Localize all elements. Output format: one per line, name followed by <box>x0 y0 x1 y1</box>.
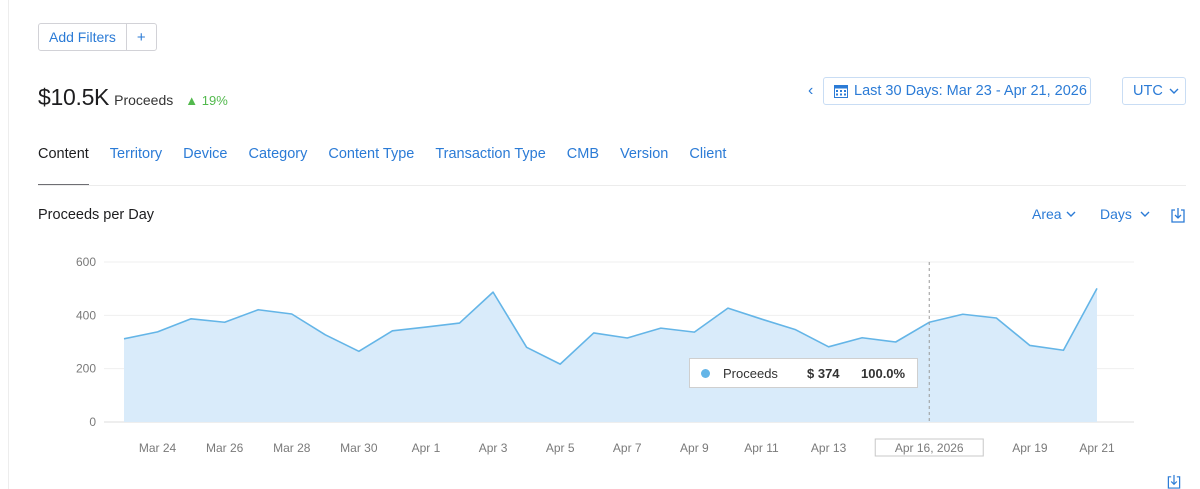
tab-content[interactable]: Content <box>38 146 89 186</box>
dimension-tabs: Content Territory Device Category Conten… <box>38 146 747 186</box>
x-tick-label: Apr 5 <box>546 441 575 455</box>
chart-title: Proceeds per Day <box>38 207 155 223</box>
summary-headline: $10.5K Proceeds ▲ 19% <box>38 84 228 111</box>
date-range-label: Last 30 Days: Mar 23 - Apr 21, 2026 <box>854 83 1087 99</box>
tab-version[interactable]: Version <box>620 146 668 182</box>
x-tick-label: Apr 19 <box>1012 441 1048 455</box>
filters-control: Add Filters + <box>38 23 157 51</box>
x-tick-label: Apr 13 <box>811 441 847 455</box>
y-tick-label: 400 <box>76 308 96 322</box>
x-tick-label: Mar 28 <box>273 441 311 455</box>
x-tick-label: Mar 26 <box>206 441 244 455</box>
chart-type-dropdown[interactable]: Area <box>1032 206 1076 222</box>
tab-client[interactable]: Client <box>689 146 726 182</box>
y-tick-label: 200 <box>76 362 96 376</box>
interval-label: Days <box>1100 206 1132 222</box>
chart-type-label: Area <box>1032 206 1062 222</box>
y-tick-label: 0 <box>89 415 96 429</box>
download-icon[interactable] <box>1167 474 1181 489</box>
tab-transaction-type[interactable]: Transaction Type <box>435 146 545 182</box>
download-icon[interactable] <box>1171 207 1185 223</box>
x-tick-label-highlighted: Apr 16, 2026 <box>874 438 984 457</box>
chevron-down-icon <box>1066 211 1076 217</box>
tooltip-value: $ 374 <box>807 365 840 381</box>
total-proceeds-value: $10.5K <box>38 84 110 110</box>
tooltip-percent: 100.0% <box>861 365 906 381</box>
interval-dropdown[interactable]: Days <box>1100 206 1150 222</box>
chevron-down-icon <box>1169 88 1179 94</box>
change-percent-badge: ▲ 19% <box>185 93 228 108</box>
chevron-down-icon <box>1140 211 1150 217</box>
timezone-label: UTC <box>1133 83 1163 99</box>
tab-territory[interactable]: Territory <box>110 146 162 182</box>
x-tick-label: Apr 3 <box>479 441 508 455</box>
previous-range-button[interactable]: ‹ <box>808 82 813 100</box>
x-tick-label: Apr 9 <box>680 441 709 455</box>
date-range-selector[interactable]: Last 30 Days: Mar 23 - Apr 21, 2026 <box>823 77 1091 105</box>
x-tick-label: Apr 16, 2026 <box>895 441 964 455</box>
series-color-dot <box>701 368 710 378</box>
calendar-icon <box>834 85 848 98</box>
proceeds-area-chart: 0 200 400 600 Mar 24 Mar 26 Mar 28 Mar 30 Apr 1 A… <box>76 255 1134 457</box>
series-area-fill <box>124 288 1097 422</box>
chart-tooltip: Proceeds $ 374 100.0% <box>689 358 918 388</box>
tab-cmb[interactable]: CMB <box>567 146 599 182</box>
x-tick-label: Apr 1 <box>412 441 441 455</box>
x-tick-label: Apr 11 <box>744 441 779 455</box>
metric-label: Proceeds <box>114 92 174 108</box>
y-tick-label: 600 <box>76 255 96 269</box>
timezone-selector[interactable]: UTC <box>1122 77 1186 105</box>
add-filter-plus-button[interactable]: + <box>125 24 156 50</box>
add-filters-button[interactable]: Add Filters <box>39 24 126 50</box>
tab-category[interactable]: Category <box>249 146 308 182</box>
tab-content-type[interactable]: Content Type <box>328 146 414 182</box>
x-tick-label: Apr 21 <box>1079 441 1115 455</box>
tab-device[interactable]: Device <box>183 146 227 182</box>
tabs-divider <box>38 185 1186 186</box>
x-tick-label: Mar 24 <box>139 441 177 455</box>
x-tick-label: Mar 30 <box>340 441 378 455</box>
x-tick-label: Apr 7 <box>613 441 642 455</box>
tooltip-series-name: Proceeds <box>723 365 778 381</box>
